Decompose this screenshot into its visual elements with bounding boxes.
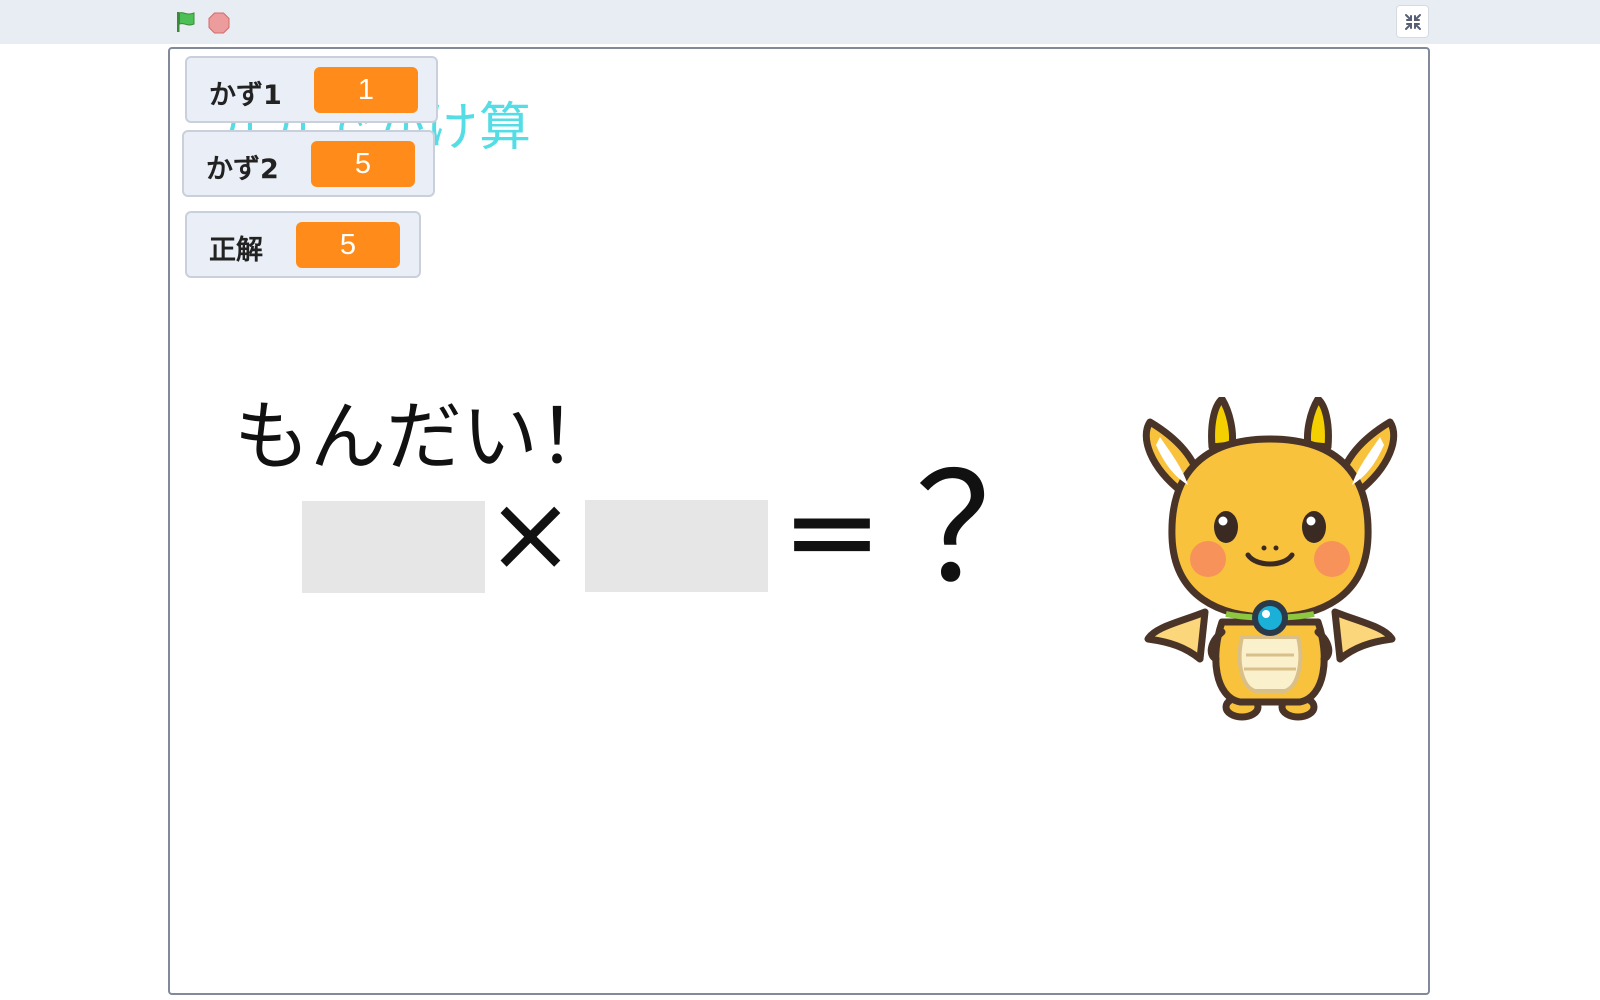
number-box-right[interactable] bbox=[585, 500, 768, 592]
monitor-label: 正解 bbox=[209, 235, 263, 266]
unfullscreen-button[interactable] bbox=[1396, 5, 1429, 38]
monitor-label: かず1 bbox=[209, 80, 282, 111]
green-flag-icon[interactable] bbox=[174, 10, 198, 34]
monitor-label: かず2 bbox=[206, 154, 279, 185]
question-mark-sprite[interactable]: ？ bbox=[915, 455, 1065, 605]
question-heading-sprite[interactable]: もんだい！ bbox=[234, 375, 614, 485]
equals-sign-sprite[interactable]: ＝ bbox=[782, 489, 882, 589]
stage-header bbox=[0, 0, 1600, 44]
monitor-value: 5 bbox=[311, 141, 415, 187]
variable-monitor-kazu1[interactable]: かず1 1 bbox=[185, 56, 438, 123]
number-box-left[interactable] bbox=[302, 501, 485, 593]
stop-sign-icon[interactable] bbox=[208, 12, 230, 34]
variable-monitor-seikai[interactable]: 正解 5 bbox=[185, 211, 421, 278]
monitor-value: 5 bbox=[296, 222, 400, 268]
dragon-mascot-sprite[interactable] bbox=[1130, 395, 1410, 727]
stage[interactable]: 九九でかけ算 かず1 1 かず2 5 正解 5 もんだい！ × ＝ ？ bbox=[168, 47, 1430, 995]
times-sign-sprite[interactable]: × bbox=[486, 481, 575, 587]
variable-monitor-kazu2[interactable]: かず2 5 bbox=[182, 130, 435, 197]
monitor-value: 1 bbox=[314, 67, 418, 113]
unfullscreen-icon bbox=[1405, 14, 1421, 30]
